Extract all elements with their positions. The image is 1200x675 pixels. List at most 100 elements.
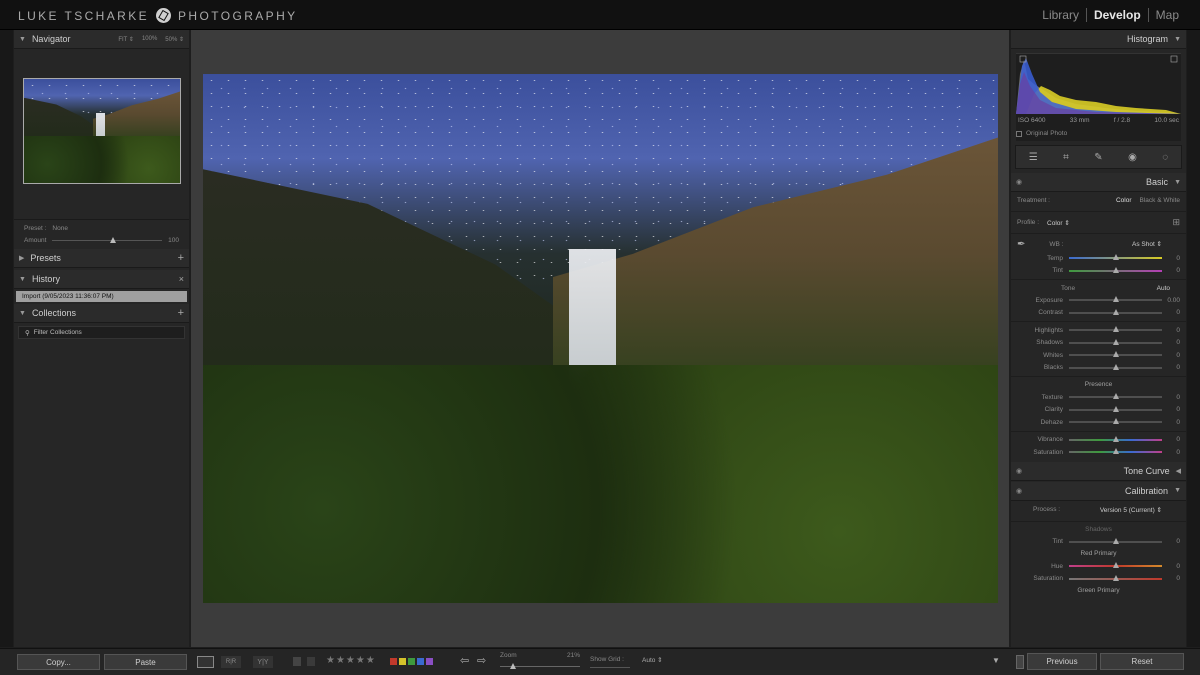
histogram-header[interactable]: Histogram ▼ (1011, 30, 1186, 49)
saturation-slider-row[interactable]: Saturation 0 (1011, 446, 1186, 459)
dehaze-slider[interactable] (1069, 418, 1162, 425)
crop-icon[interactable]: ⌗ (1063, 152, 1069, 163)
clear-history-icon[interactable]: × (179, 274, 184, 284)
module-map[interactable]: Map (1149, 8, 1186, 22)
grid-slider[interactable] (590, 667, 630, 668)
presets-header[interactable]: ▶ Presets + (14, 249, 189, 268)
basic-header[interactable]: ◉ Basic ▼ (1011, 173, 1186, 192)
vibrance-slider-row[interactable]: Vibrance 0 (1011, 434, 1186, 447)
whites-slider[interactable] (1069, 351, 1162, 358)
treatment-color-button[interactable]: Color (1116, 197, 1132, 204)
image-canvas[interactable] (191, 30, 1009, 647)
temp-slider[interactable] (1069, 254, 1162, 261)
shadow-tint-slider-row[interactable]: Tint 0 (1011, 536, 1186, 549)
reset-button[interactable]: Reset (1100, 653, 1184, 670)
clarity-slider-row[interactable]: Clarity 0 (1011, 404, 1186, 417)
rating-stars[interactable]: ★★★★★ (326, 655, 376, 666)
visibility-eye-icon[interactable]: ◉ (1016, 487, 1022, 495)
red-saturation-slider-row[interactable]: Saturation 0 (1011, 573, 1186, 586)
history-item[interactable]: Import (9/05/2023 11:36:07 PM) (16, 291, 187, 302)
next-arrow-icon[interactable]: ⇨ (477, 654, 486, 667)
zoom-100-option[interactable]: 100% (142, 36, 157, 42)
treatment-bw-button[interactable]: Black & White (1140, 197, 1180, 204)
visibility-eye-icon[interactable]: ◉ (1016, 178, 1022, 186)
texture-slider-row[interactable]: Texture 0 (1011, 391, 1186, 404)
tone-curve-header[interactable]: ◉ Tone Curve ◀ (1011, 461, 1186, 481)
texture-value[interactable]: 0 (1162, 394, 1180, 401)
clarity-value[interactable]: 0 (1162, 406, 1180, 413)
tint-value[interactable]: 0 (1162, 267, 1180, 274)
purple-label-icon[interactable] (426, 658, 433, 665)
blacks-value[interactable]: 0 (1162, 364, 1180, 371)
module-develop[interactable]: Develop (1087, 8, 1149, 22)
contrast-value[interactable]: 0 (1162, 309, 1180, 316)
eyedropper-icon[interactable]: ✒ (1017, 239, 1025, 250)
original-photo-toggle[interactable]: Original Photo (1016, 130, 1181, 137)
green-label-icon[interactable] (408, 658, 415, 665)
exposure-value[interactable]: 0.00 (1162, 297, 1180, 304)
highlights-slider[interactable] (1069, 326, 1162, 333)
compare-view-icon[interactable]: R|R (221, 656, 241, 668)
show-grid-dropdown[interactable]: Auto ⇕ (642, 656, 663, 664)
add-preset-icon[interactable]: + (178, 252, 184, 264)
saturation-slider[interactable] (1069, 448, 1162, 455)
contrast-slider[interactable] (1069, 308, 1162, 315)
filter-collections-input[interactable]: ⚲ Filter Collections (18, 326, 185, 339)
red-hue-slider-row[interactable]: Hue 0 (1011, 560, 1186, 573)
add-collection-icon[interactable]: + (178, 307, 184, 319)
auto-tone-button[interactable]: Auto (1157, 285, 1170, 292)
process-dropdown[interactable]: Version 5 (Current) ⇕ (1100, 506, 1162, 514)
paste-button[interactable]: Paste (104, 654, 187, 670)
highlights-value[interactable]: 0 (1162, 327, 1180, 334)
texture-slider[interactable] (1069, 393, 1162, 400)
red-hue-value[interactable]: 0 (1162, 563, 1180, 570)
profile-dropdown[interactable]: Color ⇕ (1047, 219, 1070, 227)
histogram[interactable]: ISO 6400 33 mm f / 2.8 10.0 sec Original… (1016, 53, 1181, 141)
module-library[interactable]: Library (1035, 8, 1087, 22)
saturation-value[interactable]: 0 (1162, 449, 1180, 456)
profile-browser-icon[interactable]: ⊞ (1172, 217, 1180, 228)
contrast-slider-row[interactable]: Contrast 0 (1011, 307, 1186, 320)
yellow-label-icon[interactable] (399, 658, 406, 665)
whites-slider-row[interactable]: Whites 0 (1011, 349, 1186, 362)
vibrance-value[interactable]: 0 (1162, 436, 1180, 443)
tint-slider-row[interactable]: Tint 0 (1011, 265, 1186, 278)
copy-button[interactable]: Copy... (17, 654, 100, 670)
previous-button[interactable]: Previous (1027, 653, 1097, 670)
shadow-tint-value[interactable]: 0 (1162, 538, 1180, 545)
masking-icon[interactable]: ◌ (1162, 152, 1168, 163)
shadow-tint-slider[interactable] (1069, 537, 1162, 544)
wb-dropdown[interactable]: As Shot ⇕ (1132, 240, 1162, 248)
healing-brush-icon[interactable]: ✎ (1094, 152, 1102, 163)
sliders-icon[interactable]: ☰ (1029, 152, 1038, 163)
red-saturation-value[interactable]: 0 (1162, 575, 1180, 582)
dehaze-value[interactable]: 0 (1162, 419, 1180, 426)
before-after-icon[interactable]: Y|Y (253, 656, 273, 668)
navigator-header[interactable]: ▼ Navigator FIT ⇕ 100% 50% ⇕ (14, 30, 189, 49)
dehaze-slider-row[interactable]: Dehaze 0 (1011, 416, 1186, 429)
blacks-slider[interactable] (1069, 363, 1162, 370)
left-panel-toggle[interactable] (0, 30, 13, 647)
flag-pick-icon[interactable] (293, 657, 301, 666)
previous-arrow-icon[interactable]: ⇦ (460, 654, 469, 667)
temp-value[interactable]: 0 (1162, 255, 1180, 262)
calibration-header[interactable]: ◉ Calibration ▼ (1011, 481, 1186, 501)
right-panel-toggle[interactable] (1187, 30, 1200, 647)
flag-reject-icon[interactable] (307, 657, 315, 666)
red-eye-icon[interactable]: ◉ (1128, 152, 1137, 163)
toolbar-menu-chevron-down-icon[interactable]: ▼ (992, 656, 1000, 665)
blacks-slider-row[interactable]: Blacks 0 (1011, 362, 1186, 375)
whites-value[interactable]: 0 (1162, 352, 1180, 359)
shadows-value[interactable]: 0 (1162, 339, 1180, 346)
zoom-slider[interactable] (500, 663, 580, 669)
zoom-50-option[interactable]: 50% ⇕ (165, 36, 184, 43)
visibility-eye-icon[interactable]: ◉ (1016, 467, 1022, 475)
tint-slider[interactable] (1069, 266, 1162, 273)
amount-slider[interactable] (52, 236, 163, 243)
highlights-slider-row[interactable]: Highlights 0 (1011, 324, 1186, 337)
loupe-view-icon[interactable] (197, 656, 214, 668)
shadows-slider-row[interactable]: Shadows 0 (1011, 337, 1186, 350)
clarity-slider[interactable] (1069, 405, 1162, 412)
navigator-preview[interactable] (14, 49, 189, 219)
history-header[interactable]: ▼ History × (14, 270, 189, 289)
